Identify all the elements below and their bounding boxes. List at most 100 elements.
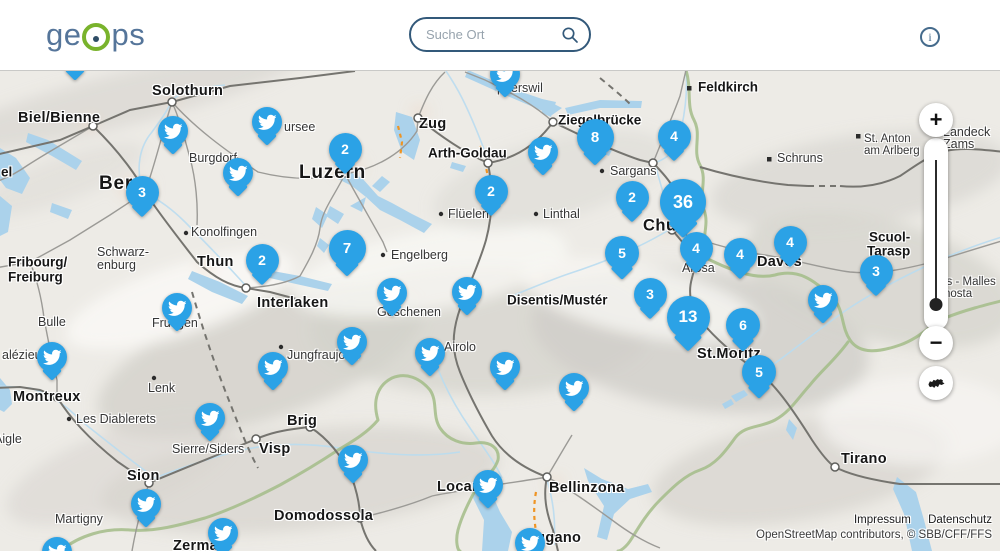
cluster-pin[interactable]: 3 <box>634 278 667 311</box>
twitter-pin[interactable] <box>42 537 72 551</box>
cluster-pin[interactable]: 36 <box>660 179 706 225</box>
map-label: Scuol- <box>869 230 910 245</box>
map-label: el <box>1 165 12 180</box>
twitter-icon <box>528 137 558 167</box>
twitter-pin[interactable] <box>195 403 225 433</box>
twitter-icon <box>337 327 367 357</box>
map-label: Interlaken <box>257 295 329 311</box>
twitter-icon <box>258 352 288 382</box>
twitter-pin[interactable] <box>337 327 367 357</box>
search-icon[interactable] <box>561 26 579 44</box>
zoom-slider[interactable] <box>924 138 948 330</box>
cluster-count: 4 <box>670 128 678 144</box>
cluster-pin[interactable]: 5 <box>742 355 776 389</box>
map-label: Freiburg <box>8 270 63 285</box>
cluster-count: 2 <box>341 141 349 157</box>
twitter-pin[interactable] <box>559 373 589 403</box>
swiss-extent-button[interactable] <box>919 366 953 400</box>
cluster-pin[interactable]: 3 <box>860 255 893 288</box>
twitter-pin[interactable] <box>37 342 67 372</box>
cluster-pin[interactable]: 6 <box>726 308 760 342</box>
copyright-text: OpenStreetMap contributors, © SBB/CFF/FF… <box>756 529 992 541</box>
twitter-pin[interactable] <box>377 278 407 308</box>
twitter-icon <box>415 338 445 368</box>
cluster-pin[interactable]: 4 <box>774 226 807 259</box>
twitter-pin[interactable] <box>258 352 288 382</box>
twitter-pin[interactable] <box>452 277 482 307</box>
cluster-count: 36 <box>673 192 693 213</box>
twitter-pin[interactable] <box>528 137 558 167</box>
map-label: Solothurn <box>152 83 223 99</box>
cluster-pin[interactable]: 7 <box>329 230 366 267</box>
twitter-icon <box>490 352 520 382</box>
cluster-pin[interactable]: 4 <box>724 238 757 271</box>
cluster-pin[interactable]: 2 <box>329 133 362 166</box>
zoom-slider-handle[interactable] <box>930 298 943 311</box>
cluster-pin[interactable]: 13 <box>667 296 710 339</box>
twitter-pin[interactable] <box>490 352 520 382</box>
twitter-pin[interactable] <box>158 116 188 146</box>
cluster-count: 3 <box>138 184 146 200</box>
cluster-count: 7 <box>343 240 351 257</box>
twitter-icon <box>252 107 282 137</box>
twitter-pin[interactable] <box>338 445 368 475</box>
zoom-in-button[interactable]: + <box>919 103 953 137</box>
map-label: Les Diablerets <box>76 412 156 426</box>
map-label: am Arlberg <box>864 145 920 157</box>
cluster-count: 13 <box>679 307 698 327</box>
cluster-pin[interactable]: 2 <box>616 181 649 214</box>
map-label: Linthal <box>543 207 580 221</box>
twitter-pin[interactable] <box>252 107 282 137</box>
twitter-pin[interactable] <box>515 528 545 551</box>
twitter-icon <box>223 158 253 188</box>
twitter-pin[interactable] <box>131 489 161 519</box>
twitter-icon <box>338 445 368 475</box>
twitter-icon <box>158 116 188 146</box>
logo-text-pre: ge <box>46 17 81 53</box>
map-label: Lenk <box>148 381 175 395</box>
map-label: Luzern <box>299 162 366 184</box>
twitter-pin[interactable] <box>162 293 192 323</box>
zoom-out-button[interactable]: − <box>919 326 953 360</box>
twitter-pin[interactable] <box>208 518 238 548</box>
map-label: Thun <box>197 254 234 270</box>
map-label: Montreux <box>13 389 81 405</box>
twitter-icon <box>377 278 407 308</box>
twitter-pin[interactable] <box>473 470 503 500</box>
map-label: Sargans <box>610 164 657 178</box>
twitter-pin[interactable] <box>223 158 253 188</box>
twitter-pin[interactable] <box>415 338 445 368</box>
geops-logo: ge ps <box>46 17 145 53</box>
map-label: Bulle <box>38 315 66 329</box>
cluster-pin[interactable]: 3 <box>126 176 159 209</box>
search-box[interactable] <box>409 17 591 52</box>
map-label: Arth-Goldau <box>428 146 507 161</box>
search-input[interactable] <box>424 26 561 43</box>
twitter-pin[interactable] <box>808 285 838 315</box>
cluster-pin[interactable]: 8 <box>577 119 614 156</box>
cluster-count: 4 <box>786 234 794 250</box>
twitter-icon <box>808 285 838 315</box>
logo-text-post: ps <box>111 17 145 53</box>
map-label: Brig <box>287 413 317 429</box>
twitter-pin[interactable] <box>490 70 520 89</box>
logo-o-icon <box>82 23 110 51</box>
map-label: enburg <box>97 258 136 272</box>
datenschutz-link[interactable]: Datenschutz <box>928 514 992 526</box>
map-label: Tirano <box>841 451 887 467</box>
cluster-pin[interactable]: 4 <box>658 120 691 153</box>
info-button[interactable]: i <box>920 27 940 47</box>
map-label: Sion <box>127 468 160 484</box>
cluster-pin[interactable]: 2 <box>246 244 279 277</box>
cluster-pin[interactable]: 2 <box>475 175 508 208</box>
twitter-icon <box>162 293 192 323</box>
cluster-pin[interactable]: 5 <box>605 236 639 270</box>
cluster-pin[interactable]: 4 <box>680 232 713 265</box>
map-label: Visp <box>259 441 291 457</box>
impressum-link[interactable]: Impressum <box>854 514 911 526</box>
map-canvas[interactable]: Biel/BienneSolothurnBernBurgdorfKonolfin… <box>0 70 1000 551</box>
cluster-count: 3 <box>646 286 654 302</box>
cluster-count: 2 <box>258 252 266 268</box>
attribution: Impressum Datenschutz OpenStreetMap cont… <box>756 514 992 541</box>
cluster-count: 2 <box>487 183 495 199</box>
